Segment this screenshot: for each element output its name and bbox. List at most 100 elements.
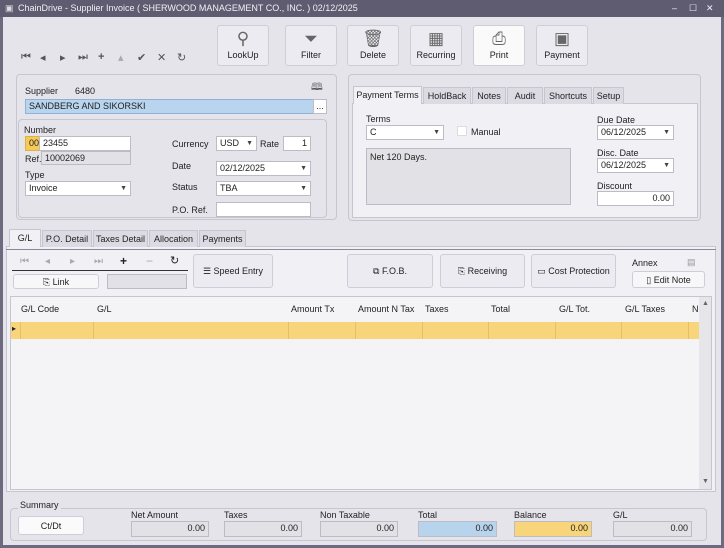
- link-button[interactable]: ⎘ Link: [13, 274, 99, 289]
- receiving-icon: ⎘: [457, 266, 468, 276]
- ct-dt-button[interactable]: Ct/Dt: [18, 516, 84, 535]
- refresh-rows-icon[interactable]: ↻: [170, 254, 179, 267]
- refresh-icon[interactable]: ↻: [177, 51, 186, 64]
- column-header-gl-tot[interactable]: G/L Tot.: [556, 297, 590, 321]
- supplier-browse-button[interactable]: ...: [313, 99, 327, 114]
- rate-field[interactable]: 1: [283, 136, 311, 151]
- minimize-button[interactable]: –: [672, 0, 677, 17]
- summary-label: Summary: [18, 500, 61, 510]
- column-header-taxes[interactable]: Taxes: [422, 297, 449, 321]
- print-label: Print: [489, 50, 509, 60]
- manual-checkbox[interactable]: [457, 126, 467, 136]
- tab-payments[interactable]: Payments: [199, 230, 246, 247]
- tab-taxes-detail[interactable]: Taxes Detail: [93, 230, 148, 247]
- last-row-icon[interactable]: ⏭: [94, 256, 103, 267]
- filter-button[interactable]: ⏷ Filter: [285, 25, 337, 66]
- fob-button[interactable]: ⧉ F.O.B.: [347, 254, 433, 288]
- lookup-button[interactable]: ⚲ LookUp: [217, 25, 269, 66]
- tab-payment-terms[interactable]: Payment Terms: [353, 86, 422, 104]
- maximize-button[interactable]: ☐: [689, 0, 697, 17]
- terms-label: Terms: [366, 114, 391, 124]
- receiving-button[interactable]: ⎘ Receiving: [440, 254, 525, 288]
- delete-button[interactable]: 🗑 Delete: [347, 25, 399, 66]
- book-icon[interactable]: 🕮: [311, 80, 323, 97]
- column-header-total[interactable]: Total: [488, 297, 510, 321]
- link-field: [107, 274, 187, 289]
- confirm-icon[interactable]: ✔: [137, 51, 146, 64]
- chevron-down-icon: ▼: [246, 140, 253, 147]
- tab-allocation[interactable]: Allocation: [149, 230, 198, 247]
- previous-row-icon[interactable]: ◂: [45, 256, 50, 267]
- gl-total-label: G/L: [613, 510, 628, 520]
- cost-protection-button[interactable]: ▭ Cost Protection: [531, 254, 616, 288]
- rate-label: Rate: [260, 139, 280, 149]
- tab-po-detail[interactable]: P.O. Detail: [42, 230, 92, 247]
- payment-button[interactable]: ▣ Payment: [536, 25, 588, 66]
- recurring-button[interactable]: ▦ Recurring: [410, 25, 462, 66]
- cost-protection-label: Cost Protection: [548, 266, 610, 276]
- po-ref-field[interactable]: [216, 202, 311, 217]
- status-value: TBA: [220, 183, 238, 193]
- type-value: Invoice: [29, 183, 58, 193]
- remove-row-icon[interactable]: −: [146, 254, 153, 268]
- manual-label: Manual: [471, 127, 501, 137]
- due-date-picker[interactable]: 06/12/2025 ▼: [597, 125, 674, 140]
- column-header-gl[interactable]: G/L: [94, 297, 112, 321]
- next-record-icon[interactable]: ▸: [60, 51, 66, 64]
- filter-label: Filter: [301, 50, 321, 60]
- supplier-name-field[interactable]: SANDBERG AND SIKORSKI: [25, 99, 315, 114]
- printer-icon: ⎙: [492, 29, 506, 48]
- due-date-value: 06/12/2025: [601, 127, 647, 137]
- chevron-down-icon: ▼: [300, 165, 307, 172]
- previous-record-icon[interactable]: ◂: [40, 51, 46, 64]
- chevron-down-icon: ▼: [663, 162, 670, 169]
- annex-icon[interactable]: ▤: [687, 257, 696, 268]
- print-button[interactable]: ⎙ Print: [473, 25, 525, 66]
- speed-entry-button[interactable]: ☰ Speed Entry: [193, 254, 273, 288]
- delete-label: Delete: [359, 50, 386, 60]
- first-row-icon[interactable]: ⏮: [20, 256, 29, 267]
- type-select[interactable]: Invoice ▼: [25, 181, 131, 196]
- column-header-gl-code[interactable]: G/L Code: [18, 297, 59, 321]
- fob-label: F.O.B.: [381, 266, 407, 276]
- chevron-down-icon: ▼: [433, 129, 440, 136]
- tab-gl[interactable]: G/L: [9, 229, 41, 247]
- tab-audit[interactable]: Audit: [507, 87, 543, 104]
- trash-icon: 🗑: [362, 29, 384, 48]
- tab-holdback[interactable]: HoldBack: [423, 87, 471, 104]
- tab-notes[interactable]: Notes: [472, 87, 506, 104]
- add-row-icon[interactable]: +: [120, 254, 127, 268]
- discount-label: Discount: [597, 181, 633, 191]
- discount-field[interactable]: 0.00: [597, 191, 674, 206]
- disc-date-label: Disc. Date: [597, 148, 639, 158]
- column-header-gl-taxes[interactable]: G/L Taxes: [622, 297, 665, 321]
- cancel-icon[interactable]: ✕: [157, 51, 166, 64]
- last-record-icon[interactable]: ⏭: [78, 51, 88, 64]
- date-picker[interactable]: 02/12/2025 ▼: [216, 161, 311, 176]
- tab-setup[interactable]: Setup: [593, 87, 624, 104]
- up-icon[interactable]: ▴: [118, 51, 124, 64]
- scroll-down-icon[interactable]: ▼: [702, 478, 709, 485]
- column-header-n[interactable]: N: [689, 297, 699, 321]
- terms-select[interactable]: C ▼: [366, 125, 444, 140]
- link-label: Link: [52, 277, 70, 287]
- number-prefix[interactable]: 00: [25, 136, 40, 151]
- first-record-icon[interactable]: ⏮: [21, 51, 31, 64]
- tab-shortcuts[interactable]: Shortcuts: [544, 87, 592, 104]
- edit-note-label: Edit Note: [653, 275, 691, 285]
- disc-date-picker[interactable]: 06/12/2025 ▼: [597, 158, 674, 173]
- currency-select[interactable]: USD ▼: [216, 136, 257, 151]
- scroll-up-icon[interactable]: ▲: [702, 300, 709, 307]
- gl-total-field: 0.00: [613, 521, 692, 537]
- next-row-icon[interactable]: ▸: [70, 256, 75, 267]
- status-select[interactable]: TBA ▼: [216, 181, 311, 196]
- add-icon[interactable]: +: [98, 51, 104, 63]
- number-field[interactable]: 23455: [39, 136, 131, 151]
- column-header-amount-tx[interactable]: Amount Tx: [288, 297, 334, 321]
- close-button[interactable]: ✕: [706, 0, 714, 17]
- column-header-amount-n-tax[interactable]: Amount N Tax: [355, 297, 414, 321]
- payment-label: Payment: [544, 50, 580, 60]
- edit-note-button[interactable]: ▯ Edit Note: [632, 271, 705, 288]
- date-value: 02/12/2025: [220, 163, 266, 173]
- vertical-scrollbar[interactable]: ▲ ▼: [699, 297, 711, 489]
